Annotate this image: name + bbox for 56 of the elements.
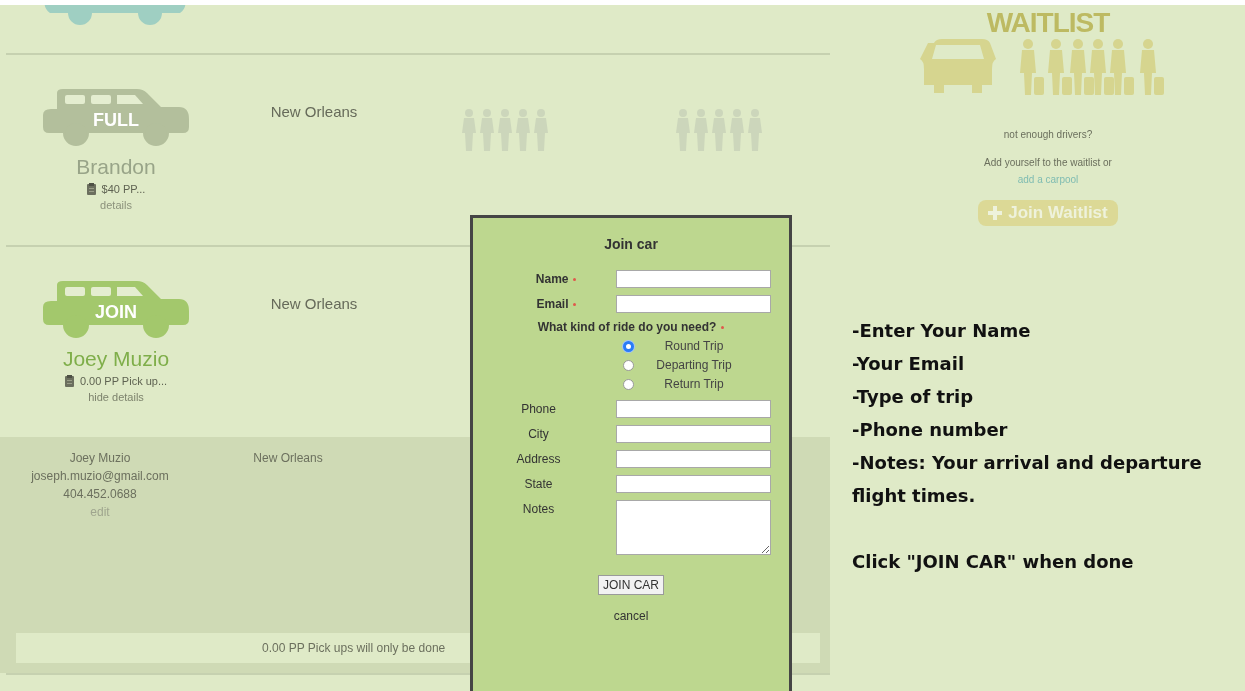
clipboard-icon [64, 375, 74, 387]
add-carpool-link[interactable]: add a carpool [1017, 174, 1079, 185]
plus-icon [988, 206, 1003, 220]
details-link[interactable]: hide details [88, 391, 144, 403]
clipboard-icon [86, 183, 96, 195]
location-text: New Orleans [253, 451, 323, 465]
waitlist-title: WAITLIST [986, 7, 1110, 39]
field-label: City [528, 427, 549, 441]
option-label: Round Trip [663, 339, 725, 353]
field-label: State [524, 477, 553, 491]
instruction-text: -Phone number [852, 418, 1009, 442]
join-car-button[interactable]: JOIN CAR [598, 575, 664, 595]
required-mark [572, 302, 576, 306]
radio-button[interactable] [623, 359, 634, 371]
radio-button[interactable] [623, 378, 634, 390]
waitlist-text: Add yourself to the waitlist or add a carpool [983, 156, 1113, 187]
location-text: New Orleans [270, 103, 358, 120]
instruction-text: -Enter Your Name [852, 319, 1032, 343]
instruction-text: -Type of trip [852, 385, 975, 409]
driver-name: Brandon [76, 155, 156, 179]
contact-phone: 404.452.0688 [63, 487, 137, 501]
input-field[interactable] [615, 400, 771, 418]
input-field[interactable] [615, 295, 771, 313]
join-waitlist-button[interactable]: Join Waitlist [978, 200, 1118, 226]
question-label: What kind of ride do you need? [537, 320, 717, 334]
suv-icon[interactable]: JOIN [43, 281, 189, 339]
driver-name: Joey Muzio [62, 347, 170, 371]
input-field[interactable] [615, 450, 771, 468]
question-text: not enough drivers? [1003, 129, 1093, 140]
field-label: Address [516, 452, 561, 466]
notes-field[interactable] [615, 500, 771, 555]
details-link[interactable]: details [100, 199, 132, 211]
contact-email: joseph.muzio@gmail.com [31, 469, 169, 483]
location-text: New Orleans [270, 295, 358, 312]
option-label: Return Trip [663, 377, 725, 391]
field-label: Email [536, 297, 569, 311]
note-text: 0.00 PP Pick ups will only be done [262, 641, 446, 655]
input-field[interactable] [615, 270, 771, 288]
input-field[interactable] [615, 425, 771, 443]
dialog-title: Join car [604, 236, 658, 252]
price-text: 0.00 PP Pick up... [79, 375, 168, 387]
field-label: Notes [522, 502, 555, 516]
instruction-text: Click "JOIN CAR" when done [852, 550, 1135, 574]
radio-button[interactable] [623, 340, 634, 352]
price-text: $40 PP... [101, 183, 146, 195]
instruction-text: -Notes: Your arrival and departure flight times. [852, 451, 1203, 508]
contact-name: Joey Muzio [69, 451, 131, 465]
instruction-text: -Your Email [852, 352, 966, 376]
field-label: Phone [521, 402, 556, 416]
suv-icon[interactable]: FULL [43, 89, 189, 147]
option-label: Departing Trip [655, 358, 733, 372]
required-mark [721, 325, 725, 329]
input-field[interactable] [615, 475, 771, 493]
field-label: Name [535, 272, 569, 286]
cancel-link[interactable]: cancel [613, 609, 649, 623]
required-mark [572, 277, 576, 281]
